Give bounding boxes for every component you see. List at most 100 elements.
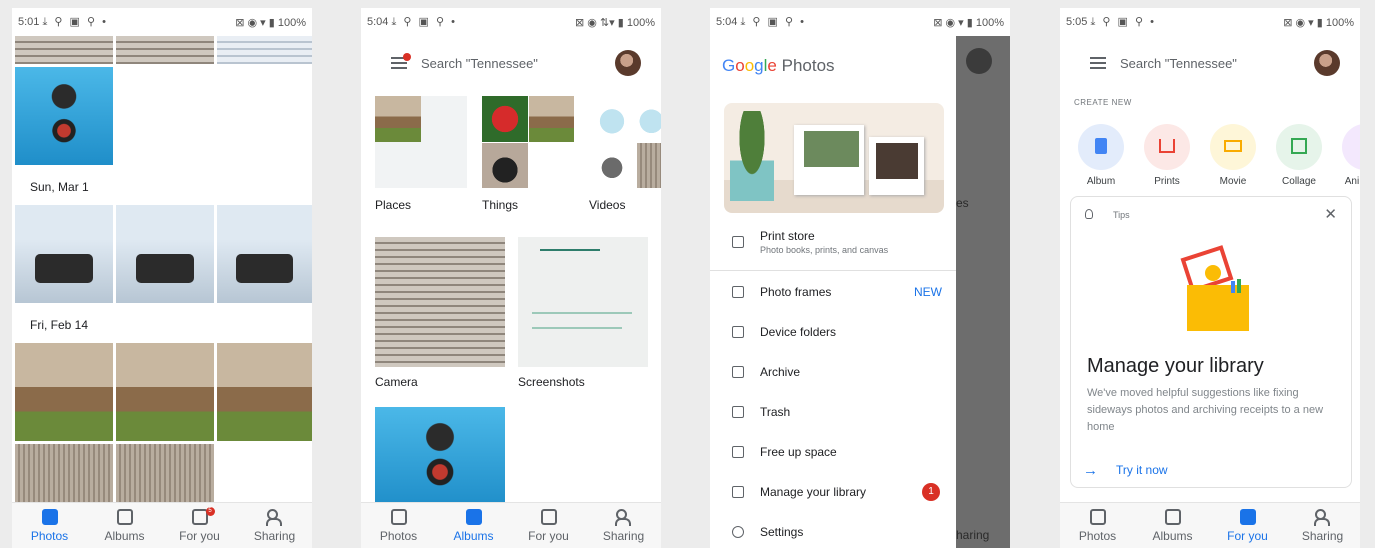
nav-for-you[interactable]: 5 For you xyxy=(162,503,237,548)
nav-label: Photos xyxy=(1078,528,1117,543)
status-time: 5:04 xyxy=(367,16,389,28)
arrow-right-icon: → xyxy=(1083,461,1098,479)
status-bar: 5:04 ⤓ ⚲ ▣ ⚲ • ⊠ ◉ ▾ ▮ 100% xyxy=(710,8,1010,36)
album-cover-videos[interactable] xyxy=(589,96,661,188)
avatar[interactable] xyxy=(1314,50,1340,76)
albums-icon xyxy=(1164,508,1181,525)
photo-thumbnail[interactable] xyxy=(15,343,113,441)
status-right: ⊠ ◉ ⇅▾ ▮ 100% xyxy=(575,16,655,29)
peek-label: es xyxy=(956,196,969,210)
menu-manage-library[interactable]: Manage your library 1 xyxy=(710,474,956,510)
count-badge: 1 xyxy=(922,483,940,501)
menu-archive[interactable]: Archive xyxy=(710,354,956,390)
library-icon xyxy=(732,486,744,498)
menu-item-label: Free up space xyxy=(760,445,837,459)
tips-card: Tips ✕ Manage your library We've moved h… xyxy=(1070,196,1352,488)
search-bar[interactable]: Search "Tennessee" xyxy=(1072,46,1348,80)
archive-icon xyxy=(732,366,744,378)
card-action-label: Try it now xyxy=(1116,463,1168,477)
menu-settings[interactable]: Settings xyxy=(710,514,956,548)
trash-icon xyxy=(732,406,744,418)
nav-albums[interactable]: Albums xyxy=(1135,503,1210,548)
status-time: 5:04 xyxy=(716,16,738,28)
menu-device-folders[interactable]: Device folders xyxy=(710,314,956,350)
nav-photos[interactable]: Photos xyxy=(1060,503,1135,548)
menu-photo-frames[interactable]: Photo frames NEW xyxy=(710,274,956,310)
menu-icon[interactable] xyxy=(1090,57,1106,69)
collage-icon xyxy=(1291,138,1307,154)
nav-label: Sharing xyxy=(1301,528,1344,543)
albums-icon xyxy=(116,508,133,525)
create-collage-button[interactable] xyxy=(1276,124,1322,170)
nav-albums[interactable]: Albums xyxy=(87,503,162,548)
create-animation-button[interactable] xyxy=(1342,124,1360,170)
for-you-icon xyxy=(540,508,557,525)
divider xyxy=(710,270,956,271)
album-cover-screenshots[interactable] xyxy=(518,237,648,367)
section-header: CREATE NEW xyxy=(1074,98,1132,107)
library-illustration xyxy=(1179,245,1249,331)
album-cover[interactable] xyxy=(375,407,505,507)
nav-for-you[interactable]: For you xyxy=(1210,503,1285,548)
photo-thumbnail[interactable] xyxy=(217,343,312,441)
nav-sharing[interactable]: Sharing xyxy=(1285,503,1360,548)
nav-photos[interactable]: Photos xyxy=(361,503,436,548)
photo-thumbnail[interactable] xyxy=(15,67,113,165)
card-title: Manage your library xyxy=(1087,355,1264,377)
status-right: ⊠ ◉ ▾ ▮ 100% xyxy=(1283,16,1354,29)
screen-for-you: 5:05 ⤓ ⚲ ▣ ⚲ • ⊠ ◉ ▾ ▮ 100% Search "Tenn… xyxy=(1060,8,1360,548)
menu-trash[interactable]: Trash xyxy=(710,394,956,430)
create-prints-button[interactable] xyxy=(1144,124,1190,170)
create-item-label: Prints xyxy=(1154,176,1180,187)
nav-sharing[interactable]: Sharing xyxy=(586,503,661,548)
albums-icon xyxy=(465,508,482,525)
try-it-now-button[interactable]: → Try it now xyxy=(1083,461,1168,479)
photo-thumbnail[interactable] xyxy=(217,36,312,64)
photo-thumbnail[interactable] xyxy=(116,343,214,441)
album-cover-things[interactable] xyxy=(482,96,574,188)
album-title: Places xyxy=(375,198,412,212)
nav-for-you[interactable]: For you xyxy=(511,503,586,548)
nav-label: Photos xyxy=(30,528,69,543)
photo-thumbnail[interactable] xyxy=(15,444,113,504)
photo-thumbnail[interactable] xyxy=(217,205,312,303)
album-title: Things xyxy=(482,198,519,212)
print-store-banner[interactable] xyxy=(724,103,944,213)
close-icon[interactable]: ✕ xyxy=(1324,205,1337,223)
photo-thumbnail[interactable] xyxy=(116,444,214,504)
sharing-icon xyxy=(614,508,633,526)
status-time: 5:01 xyxy=(18,16,40,28)
album-cover-places[interactable] xyxy=(375,96,467,188)
create-item-label: Movie xyxy=(1219,176,1247,187)
menu-item-label: Print store xyxy=(760,229,815,243)
nav-sharing[interactable]: Sharing xyxy=(237,503,312,548)
photo-thumbnail[interactable] xyxy=(116,36,214,64)
status-time: 5:05 xyxy=(1066,16,1088,28)
drawer-scrim[interactable]: es haring xyxy=(956,8,1010,548)
photo-thumbnail[interactable] xyxy=(116,205,214,303)
photo-thumbnail[interactable] xyxy=(15,205,113,303)
search-bar[interactable]: Search "Tennessee" xyxy=(373,46,649,80)
notification-badge: 5 xyxy=(205,507,215,516)
bottom-navigation: Photos Albums For you Sharing xyxy=(361,502,661,548)
album-cover-camera[interactable] xyxy=(375,237,505,367)
create-movie-button[interactable] xyxy=(1210,124,1256,170)
avatar[interactable] xyxy=(615,50,641,76)
bottom-navigation: Photos Albums 5 For you Sharing xyxy=(12,502,312,548)
menu-item-label: Photo frames xyxy=(760,285,832,299)
status-icons: ⤓ ⚲ ▣ ⚲ • xyxy=(1090,16,1156,28)
status-bar: 5:01 ⤓ ⚲ ▣ ⚲ • ⊠ ◉ ▾ ▮ 100% xyxy=(12,8,312,36)
menu-icon[interactable] xyxy=(391,53,411,69)
photo-frame-icon xyxy=(732,286,744,298)
create-item-label: Ani xyxy=(1344,176,1360,187)
create-album-button[interactable] xyxy=(1078,124,1124,170)
menu-free-up-space[interactable]: Free up space xyxy=(710,434,956,470)
album-title: Camera xyxy=(375,375,418,389)
lightbulb-icon xyxy=(1085,209,1093,219)
photo-thumbnail[interactable] xyxy=(15,36,113,64)
nav-albums[interactable]: Albums xyxy=(436,503,511,548)
print-store-item[interactable]: Print store Photo books, prints, and canv… xyxy=(710,222,956,262)
nav-photos[interactable]: Photos xyxy=(12,503,87,548)
status-icons: ⤓ ⚲ ▣ ⚲ • xyxy=(391,16,457,28)
new-badge: NEW xyxy=(914,285,942,299)
